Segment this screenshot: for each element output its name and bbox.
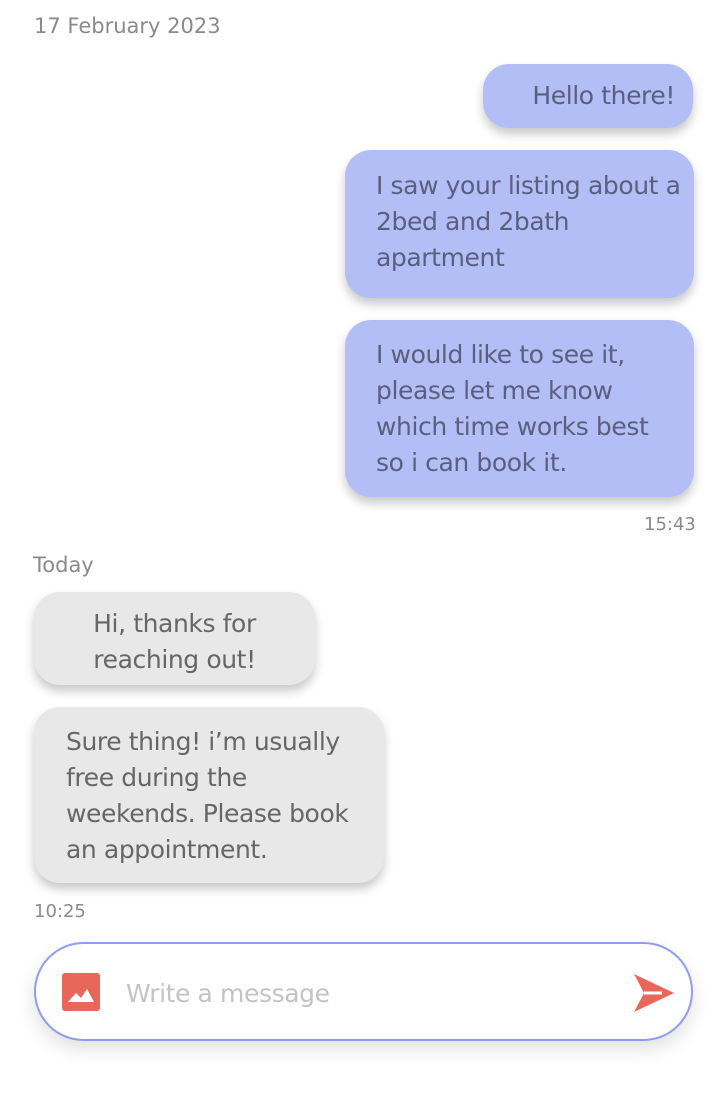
chat-screen: 17 February 2023 Hello there! I saw your… — [0, 0, 720, 1098]
send-icon — [634, 974, 674, 1012]
message-bubble-incoming: Sure thing! i’m usually free during the … — [34, 707, 384, 883]
send-button[interactable] — [632, 972, 676, 1014]
message-composer — [34, 942, 693, 1041]
message-bubble-outgoing: Hello there! — [483, 64, 693, 128]
message-bubble-outgoing: I would like to see it, please let me kn… — [345, 320, 694, 497]
message-input[interactable] — [124, 970, 598, 1016]
date-label: 17 February 2023 — [34, 14, 221, 38]
message-bubble-outgoing: I saw your listing about a 2bed and 2bat… — [345, 150, 694, 298]
today-label: Today — [33, 553, 94, 577]
sent-timestamp: 15:43 — [644, 514, 696, 535]
received-timestamp: 10:25 — [34, 901, 86, 922]
message-bubble-incoming: Hi, thanks for reaching out! — [34, 592, 315, 685]
image-icon[interactable] — [62, 973, 100, 1011]
